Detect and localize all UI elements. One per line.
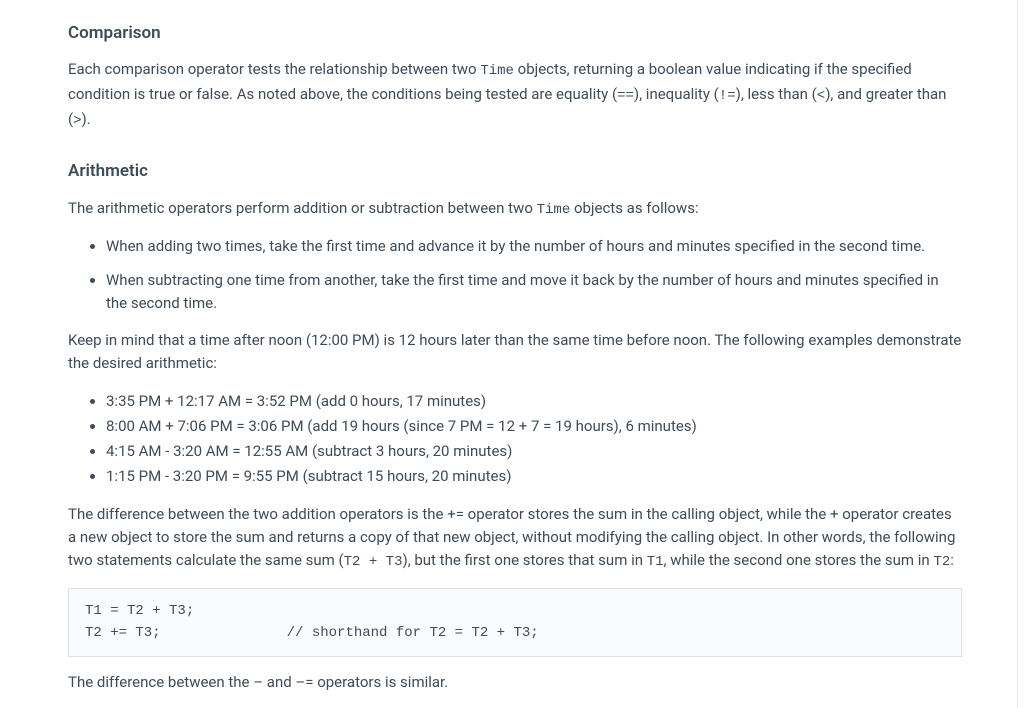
para-comparison: Each comparison operator tests the relat…: [68, 58, 962, 132]
page-right-edge: [1017, 0, 1018, 708]
code-eq: ==: [617, 88, 634, 104]
code-neq: !=: [719, 88, 736, 104]
text: , while the second one stores the sum in: [664, 551, 934, 569]
text: ), less than (: [736, 85, 817, 103]
document-page: Comparison Each comparison operator test…: [0, 0, 1024, 708]
code-time: Time: [537, 202, 571, 218]
list-item: When adding two times, take the first ti…: [106, 235, 962, 258]
code-lt: <: [817, 88, 825, 104]
list-item: When subtracting one time from another, …: [106, 269, 962, 316]
heading-arithmetic: Arithmetic: [68, 158, 962, 184]
list-item: 4:15 AM - 3:20 AM = 12:55 AM (subtract 3…: [106, 440, 962, 463]
text: ).: [82, 110, 91, 128]
heading-comparison: Comparison: [68, 20, 962, 46]
code-expr: T2 + T3: [344, 554, 403, 570]
text: ), inequality (: [634, 85, 719, 103]
text: :: [950, 551, 954, 569]
code-time: Time: [480, 63, 514, 79]
list-item: 8:00 AM + 7:06 PM = 3:06 PM (add 19 hour…: [106, 415, 962, 438]
para-arithmetic-after: The difference between the – and –= oper…: [68, 671, 962, 694]
list-arithmetic-rules: When adding two times, take the first ti…: [68, 235, 962, 315]
document-content: Comparison Each comparison operator test…: [0, 0, 1024, 708]
para-arithmetic-diff: The difference between the two addition …: [68, 503, 962, 574]
para-arithmetic-intro: The arithmetic operators perform additio…: [68, 197, 962, 222]
list-item: 1:15 PM - 3:20 PM = 9:55 PM (subtract 15…: [106, 465, 962, 488]
para-arithmetic-note: Keep in mind that a time after noon (12:…: [68, 329, 962, 376]
code-block-arithmetic: T1 = T2 + T3; T2 += T3; // shorthand for…: [68, 588, 962, 657]
text: The arithmetic operators perform additio…: [68, 199, 537, 217]
code-gt: >: [73, 113, 81, 129]
code-t2: T2: [933, 554, 950, 570]
list-item: 3:35 PM + 12:17 AM = 3:52 PM (add 0 hour…: [106, 390, 962, 413]
text: Each comparison operator tests the relat…: [68, 60, 480, 78]
text: objects as follows:: [570, 199, 698, 217]
text: ), but the first one stores that sum in: [402, 551, 646, 569]
code-t1: T1: [647, 554, 664, 570]
list-arithmetic-examples: 3:35 PM + 12:17 AM = 3:52 PM (add 0 hour…: [68, 390, 962, 489]
